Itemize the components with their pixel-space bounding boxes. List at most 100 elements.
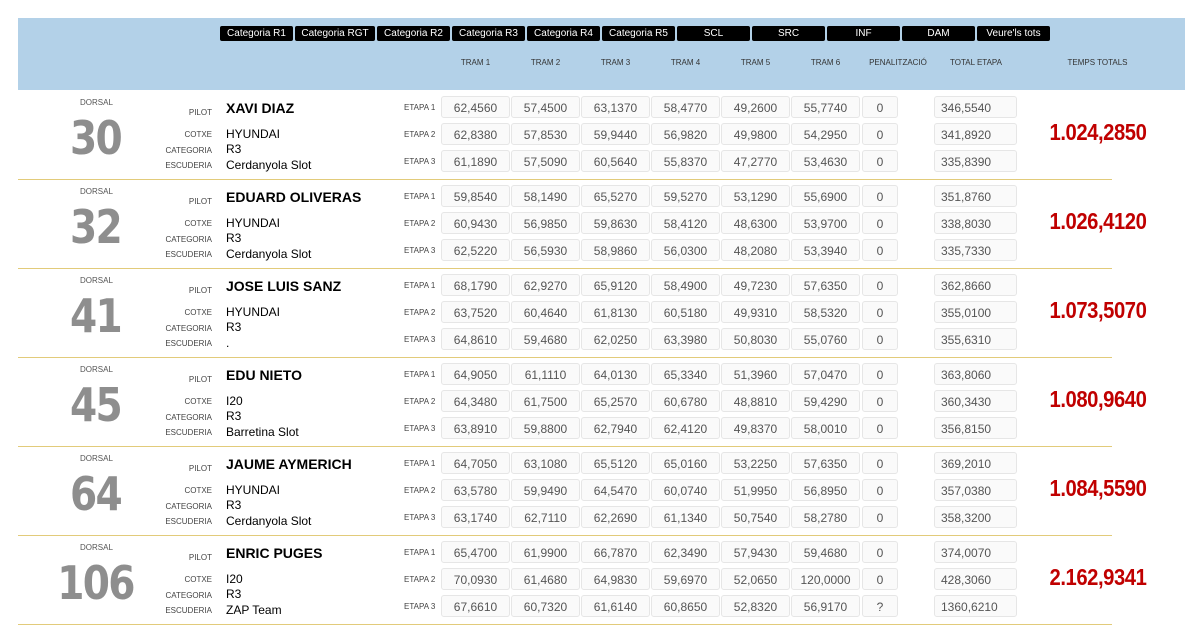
tram-time-cell: 62,2690 [581,506,650,528]
tram-time-cell: 49,8370 [721,417,790,439]
tram-time-cell: 63,7520 [441,301,510,323]
penalty-cell: 0 [862,123,898,145]
categoria-label: CATEGORIA [165,502,212,511]
categoria-label: CATEGORIA [165,146,212,155]
cotxe-label: COTXE [184,308,212,317]
escuderia-label: ESCUDERIA [165,339,212,348]
tram-time-cell: 62,9270 [511,274,580,296]
total-time: 1.024,2850 [1049,119,1147,145]
tram-time-cell: 61,6140 [581,595,650,617]
escuderia-value: Cerdanyola Slot [226,247,312,261]
tram-time-cell: 65,3340 [651,363,720,385]
nav-button-5[interactable]: Categoria R5 [602,26,675,41]
stage-total-cell: 362,8660 [934,274,1017,296]
tram-time-cell: 48,2080 [721,239,790,261]
categoria-label: CATEGORIA [165,235,212,244]
stage-total-cell: 369,2010 [934,452,1017,474]
nav-button-7[interactable]: SRC [752,26,825,41]
cotxe-value: HYUNDAI [226,216,281,230]
total-time: 1.026,4120 [1049,208,1147,234]
nav-button-0[interactable]: Categoria R1 [220,26,293,41]
tram-time-cell: 62,4120 [651,417,720,439]
tram-time-cell: 60,5640 [581,150,650,172]
tram-time-cell: 47,2770 [721,150,790,172]
tram-time-cell: 49,9310 [721,301,790,323]
tram-time-cell: 65,2570 [581,390,650,412]
tram-time-cell: 61,9900 [511,541,580,563]
category-nav: Categoria R1 Categoria RGT Categoria R2 Cat… [220,26,1050,41]
tram-time-cell: 53,4630 [791,150,860,172]
result-row: DORSAL 64 PILOT JAUME AYMERICH COTXE HYUNDAI C… [18,447,1185,536]
tram-time-cell: 55,0760 [791,328,860,350]
col-header-tram4: TRAM 4 [670,58,701,67]
etapa-label: ETAPA 3 [404,602,436,611]
penalty-cell: 0 [862,212,898,234]
result-row: DORSAL 41 PILOT JOSE LUIS SANZ COTXE HYUNDAI C… [18,269,1185,358]
tram-time-cell: 55,7740 [791,96,860,118]
penalty-cell: 0 [862,96,898,118]
tram-time-cell: 60,7320 [511,595,580,617]
result-row: DORSAL 106 PILOT ENRIC PUGES COTXE I20 CATEGOR… [18,536,1185,625]
tram-time-cell: 59,9490 [511,479,580,501]
dorsal-label: DORSAL [80,276,113,285]
dorsal-number: 45 [69,378,123,432]
categoria-label: CATEGORIA [165,324,212,333]
tram-time-cell: 48,8810 [721,390,790,412]
etapa-label: ETAPA 2 [404,308,436,317]
tram-time-cell: 64,5470 [581,479,650,501]
cotxe-label: COTXE [184,486,212,495]
tram-time-cell: 59,5270 [651,185,720,207]
tram-time-cell: 58,0010 [791,417,860,439]
escuderia-value: Barretina Slot [226,425,299,439]
nav-button-6[interactable]: SCL [677,26,750,41]
tram-time-cell: 57,9430 [721,541,790,563]
tram-time-cell: 49,9800 [721,123,790,145]
tram-time-cell: 120,0000 [791,568,860,590]
result-row: DORSAL 30 PILOT XAVI DIAZ COTXE HYUNDAI CATEGO… [18,91,1185,180]
categoria-value: R3 [226,320,242,334]
nav-button-9[interactable]: DAM [902,26,975,41]
tram-time-cell: 59,4680 [511,328,580,350]
categoria-value: R3 [226,409,242,423]
nav-button-2[interactable]: Categoria R2 [377,26,450,41]
cotxe-value: HYUNDAI [226,305,281,319]
etapa-label: ETAPA 2 [404,575,436,584]
tram-time-cell: 61,1110 [511,363,580,385]
tram-time-cell: 50,7540 [721,506,790,528]
escuderia-label: ESCUDERIA [165,428,212,437]
tram-time-cell: 59,8630 [581,212,650,234]
tram-time-cell: 57,5090 [511,150,580,172]
tram-time-cell: 64,9050 [441,363,510,385]
nav-button-10[interactable]: Veure'ls tots [977,26,1050,41]
tram-time-cell: 48,6300 [721,212,790,234]
escuderia-label: ESCUDERIA [165,606,212,615]
tram-time-cell: 62,3490 [651,541,720,563]
tram-time-cell: 59,8540 [441,185,510,207]
stage-total-cell: 363,8060 [934,363,1017,385]
categoria-value: R3 [226,231,242,245]
tram-time-cell: 60,9430 [441,212,510,234]
stage-total-cell: 1360,6210 [934,595,1017,617]
etapa-label: ETAPA 2 [404,397,436,406]
tram-time-cell: 58,4900 [651,274,720,296]
penalty-cell: 0 [862,568,898,590]
escuderia-label: ESCUDERIA [165,250,212,259]
stage-total-cell: 360,3430 [934,390,1017,412]
total-time: 2.162,9341 [1049,564,1147,590]
nav-button-4[interactable]: Categoria R4 [527,26,600,41]
dorsal-number: 106 [57,556,135,610]
nav-button-8[interactable]: INF [827,26,900,41]
categoria-value: R3 [226,498,242,512]
nav-button-3[interactable]: Categoria R3 [452,26,525,41]
dorsal-label: DORSAL [80,543,113,552]
tram-time-cell: 52,8320 [721,595,790,617]
pilot-name: ENRIC PUGES [226,545,323,561]
tram-time-cell: 64,9830 [581,568,650,590]
etapa-label: ETAPA 1 [404,459,436,468]
col-header-tram2: TRAM 2 [530,58,561,67]
tram-time-cell: 60,4640 [511,301,580,323]
etapa-label: ETAPA 2 [404,130,436,139]
pilot-label: PILOT [188,553,212,562]
penalty-cell: 0 [862,390,898,412]
nav-button-1[interactable]: Categoria RGT [295,26,375,41]
